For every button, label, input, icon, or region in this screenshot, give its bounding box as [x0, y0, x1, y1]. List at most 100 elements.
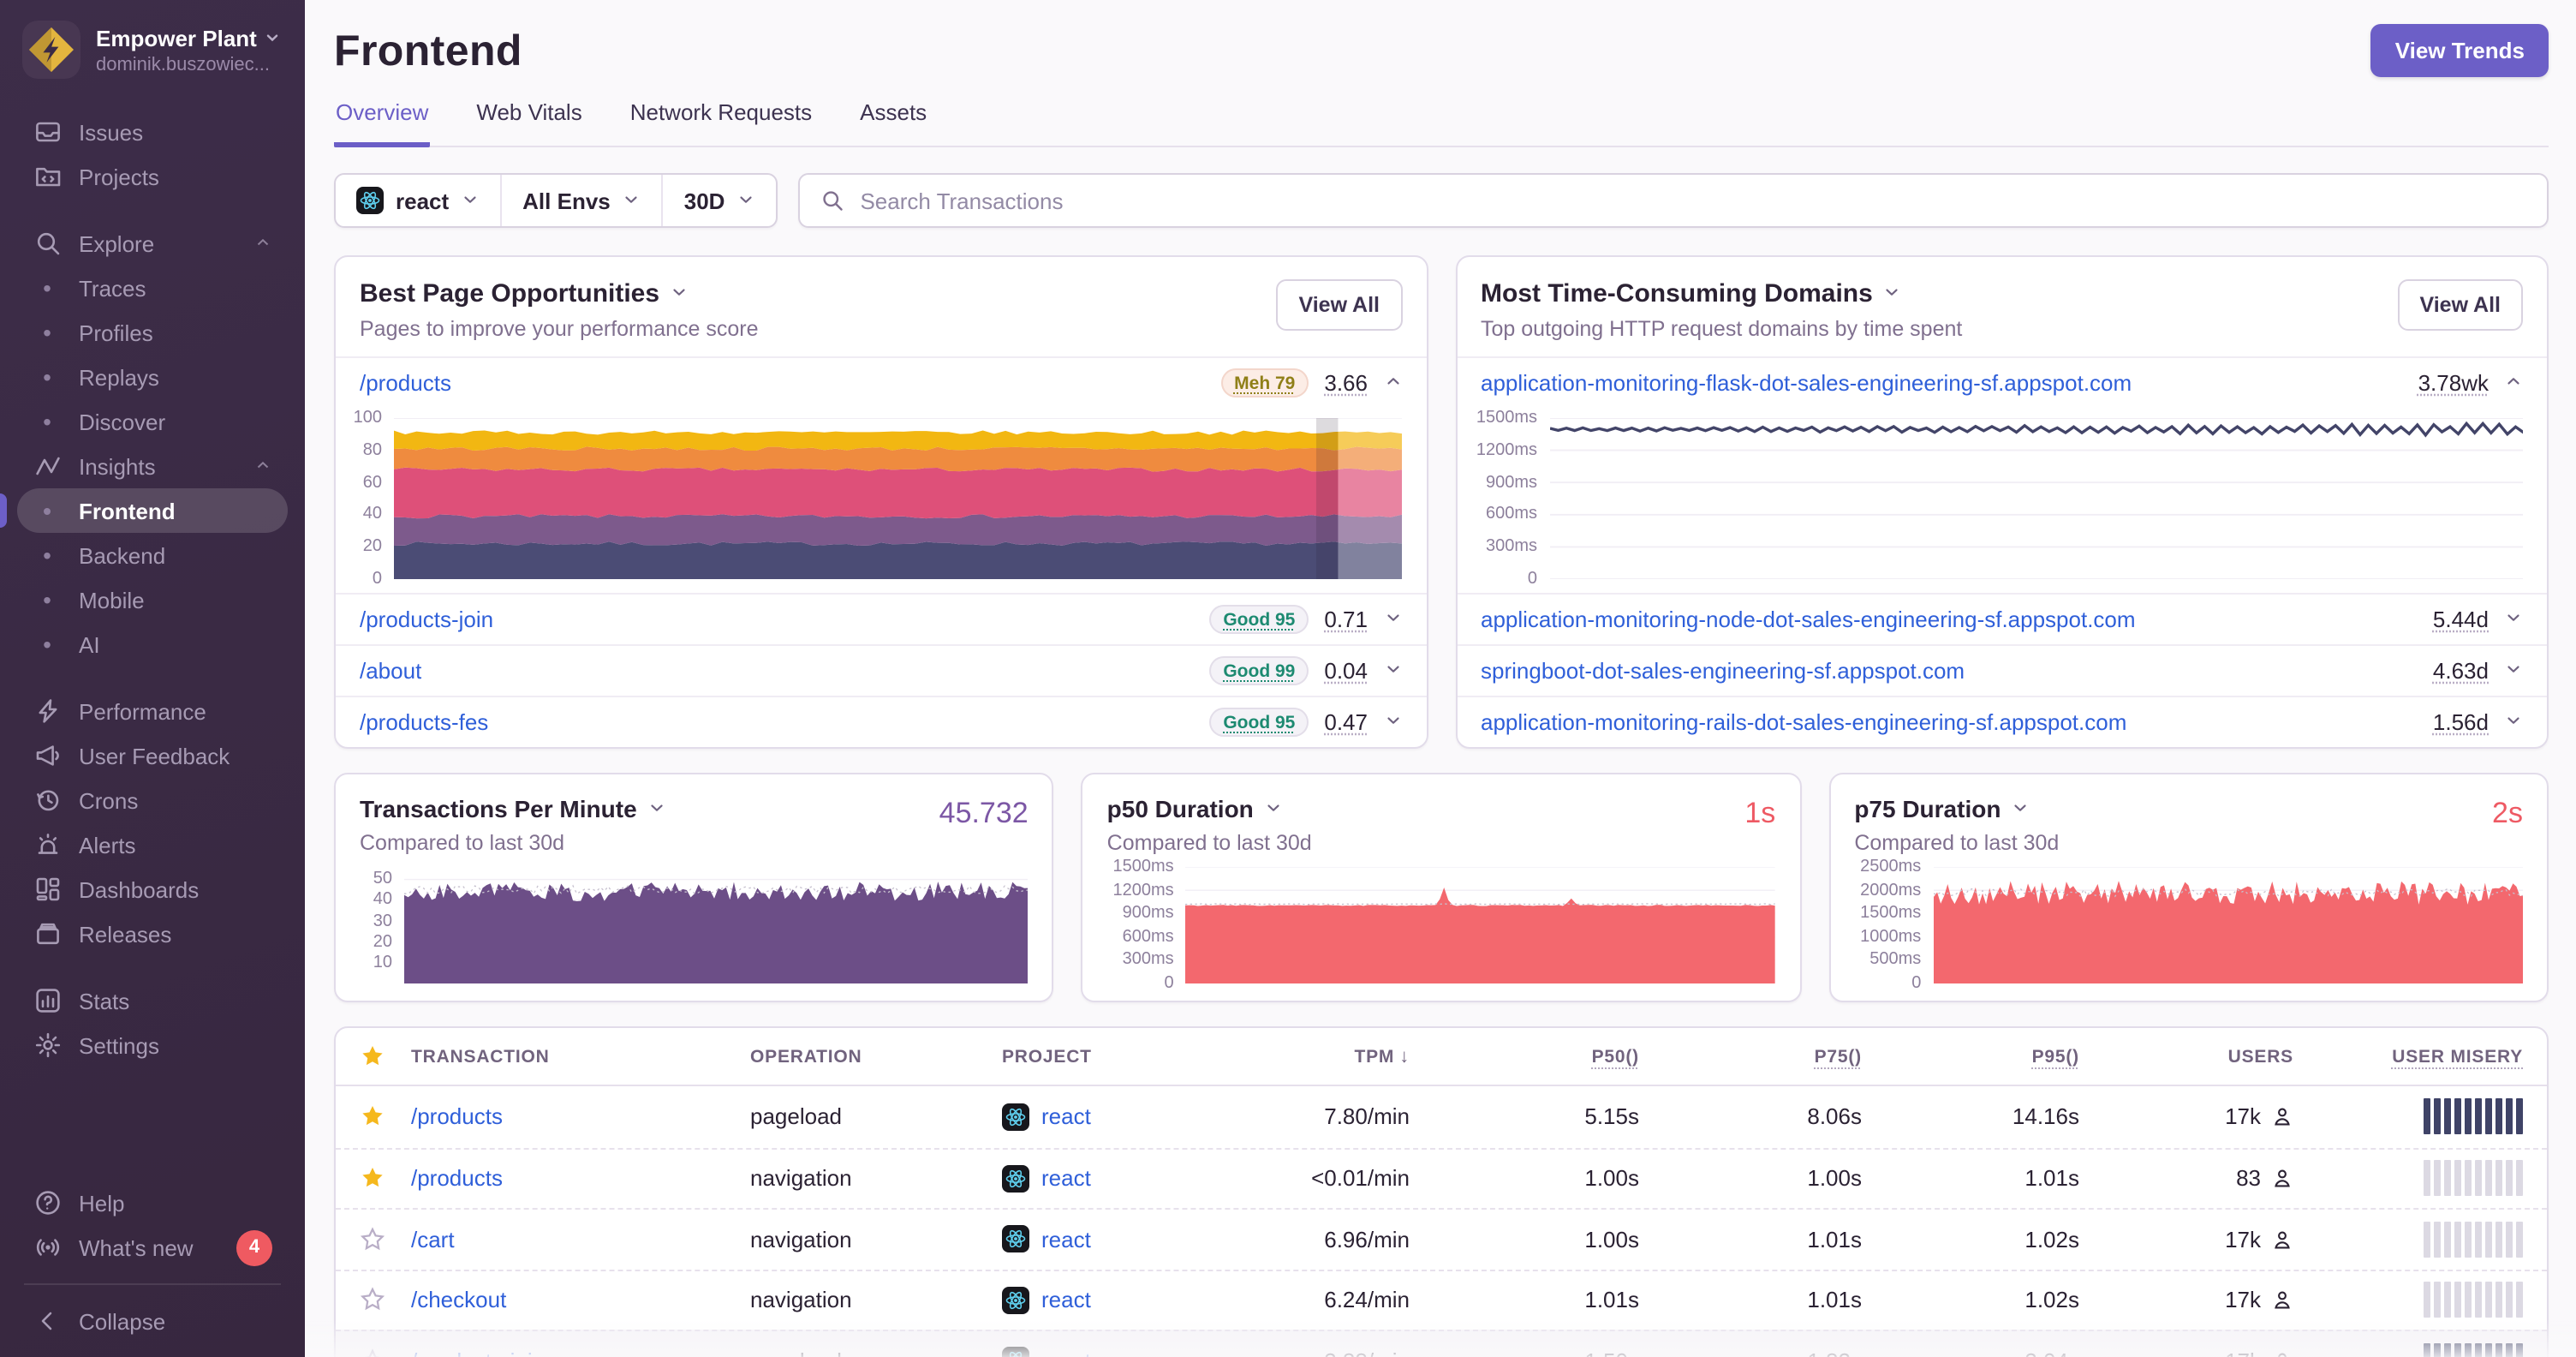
sidebar-item-explore[interactable]: Explore [17, 221, 288, 266]
table-row[interactable]: /products navigation react <0.01/min 1.00s 1.… [336, 1147, 2547, 1208]
sidebar-item-issues[interactable]: Issues [17, 110, 288, 154]
project-link[interactable]: react [1041, 1104, 1091, 1130]
chevron-down-icon[interactable] [1383, 658, 1402, 684]
expanded-page-row-slot: /products Meh 79 3.66 [336, 356, 1426, 408]
panel-title[interactable]: Most Time-Consuming Domains [1481, 279, 1962, 308]
transaction-link[interactable]: /cart [411, 1227, 455, 1252]
page-opportunity-row[interactable]: /products-join Good 95 0.71 [336, 593, 1426, 644]
sidebar-item-settings[interactable]: Settings [17, 1023, 288, 1067]
favorite-toggle[interactable] [360, 1166, 411, 1192]
sidebar-item-frontend[interactable]: • Frontend [0, 488, 288, 533]
domain-link[interactable]: application-monitoring-flask-dot-sales-e… [1481, 370, 2132, 396]
tab-overview[interactable]: Overview [334, 99, 431, 147]
search-input[interactable] [860, 188, 2526, 213]
sidebar-item-what-s-new[interactable]: What's new 4 [17, 1225, 288, 1270]
column-header-p95[interactable]: P95() [1862, 1046, 2079, 1067]
chevron-down-icon[interactable] [1383, 709, 1402, 735]
sidebar-item-backend[interactable]: • Backend [17, 533, 288, 577]
favorite-toggle[interactable] [360, 1104, 411, 1130]
page-link[interactable]: /products-fes [360, 709, 488, 735]
domain-row[interactable]: application-monitoring-rails-dot-sales-e… [1457, 696, 2547, 747]
sidebar-item-collapse[interactable]: Collapse [17, 1299, 288, 1343]
view-all-button[interactable]: View All [1276, 279, 1402, 331]
tab-network-requests[interactable]: Network Requests [629, 99, 814, 147]
favorite-toggle[interactable] [360, 1287, 411, 1313]
area-plot[interactable] [1185, 867, 1776, 983]
view-trends-button[interactable]: View Trends [2370, 24, 2549, 77]
org-switcher[interactable]: Empower Plant dominik.buszowiec... [0, 0, 305, 99]
sidebar-item-dashboards[interactable]: Dashboards [17, 867, 288, 912]
sidebar-item-replays[interactable]: • Replays [17, 355, 288, 399]
chevron-down-icon[interactable] [1383, 607, 1402, 632]
page-link[interactable]: /products [360, 370, 451, 396]
transaction-link[interactable]: /products [411, 1166, 503, 1192]
project-link[interactable]: react [1041, 1348, 1091, 1357]
chevron-down-icon[interactable] [2504, 607, 2523, 632]
domain-link[interactable]: springboot-dot-sales-engineering-sf.apps… [1481, 658, 1965, 684]
chevron-down-icon[interactable] [2504, 658, 2523, 684]
chevron-up-icon[interactable] [2504, 370, 2523, 396]
table-row[interactable]: /cart navigation react 6.96/min 1.00s 1.01s 1.… [336, 1208, 2547, 1269]
column-header-p50[interactable]: P50() [1410, 1046, 1639, 1067]
table-row[interactable]: /products pageload react 7.80/min 5.15s 8.06s… [336, 1086, 2547, 1147]
sidebar-item-projects[interactable]: Projects [17, 154, 288, 199]
project-link[interactable]: react [1041, 1288, 1091, 1313]
environment-filter[interactable]: All Envs [502, 175, 664, 226]
sidebar-item-alerts[interactable]: Alerts [17, 822, 288, 867]
page-opportunity-row[interactable]: /products-fes Good 95 0.47 [336, 696, 1426, 747]
transaction-link[interactable]: /products [411, 1104, 503, 1130]
table-row[interactable]: /checkout navigation react 6.24/min 1.01s 1.0… [336, 1269, 2547, 1330]
project-link[interactable]: react [1041, 1166, 1091, 1192]
column-header-p75[interactable]: P75() [1639, 1046, 1862, 1067]
column-header-project[interactable]: PROJECT [1002, 1046, 1259, 1067]
domain-row[interactable]: application-monitoring-flask-dot-sales-e… [1457, 356, 2547, 408]
page-link[interactable]: /products-join [360, 607, 493, 632]
view-all-button[interactable]: View All [2397, 279, 2523, 331]
line-plot[interactable] [1549, 418, 2523, 579]
tab-web-vitals[interactable]: Web Vitals [474, 99, 583, 147]
favorite-toggle[interactable] [360, 1226, 411, 1252]
sidebar-item-stats[interactable]: Stats [17, 978, 288, 1023]
domain-row[interactable]: springboot-dot-sales-engineering-sf.apps… [1457, 644, 2547, 696]
panel-title[interactable]: Best Page Opportunities [360, 279, 759, 308]
transaction-link[interactable]: /checkout [411, 1288, 506, 1313]
sidebar-item-discover[interactable]: • Discover [17, 399, 288, 444]
chevron-up-icon[interactable] [1383, 370, 1402, 396]
table-row[interactable]: /products-join pageload react 3.88/min1.50s… [336, 1330, 2547, 1357]
sidebar-item-performance[interactable]: Performance [17, 689, 288, 733]
column-header-favorite[interactable] [360, 1043, 411, 1069]
date-range-filter[interactable]: 30D [664, 175, 777, 226]
tab-assets[interactable]: Assets [858, 99, 928, 147]
sidebar-item-insights[interactable]: Insights [17, 444, 288, 488]
sidebar-item-help[interactable]: Help [17, 1181, 288, 1225]
sidebar-item-crons[interactable]: Crons [17, 778, 288, 822]
tpm-card-title[interactable]: Transactions Per Minute [360, 795, 1029, 822]
sidebar-item-user-feedback[interactable]: User Feedback [17, 733, 288, 778]
sidebar-item-ai[interactable]: • AI [17, 622, 288, 667]
domain-link[interactable]: application-monitoring-rails-dot-sales-e… [1481, 709, 2126, 735]
project-link[interactable]: react [1041, 1227, 1091, 1252]
project-filter[interactable]: react [336, 175, 503, 226]
column-header-operation[interactable]: OPERATION [750, 1046, 1002, 1067]
area-plot[interactable] [1933, 867, 2523, 983]
p50-card-title[interactable]: p50 Duration [1107, 795, 1776, 822]
column-header-user-misery[interactable]: USER MISERY [2293, 1046, 2523, 1067]
column-header-transaction[interactable]: TRANSACTION [411, 1046, 750, 1067]
area-plot[interactable] [404, 867, 1029, 983]
favorite-toggle[interactable] [360, 1348, 411, 1357]
chevron-down-icon[interactable] [2504, 709, 2523, 735]
page-link[interactable]: /about [360, 658, 421, 684]
column-header-users[interactable]: USERS [2079, 1046, 2293, 1067]
sidebar-item-traces[interactable]: • Traces [17, 266, 288, 310]
sidebar-item-mobile[interactable]: • Mobile [17, 577, 288, 622]
domain-row[interactable]: application-monitoring-node-dot-sales-en… [1457, 593, 2547, 644]
domain-link[interactable]: application-monitoring-node-dot-sales-en… [1481, 607, 2136, 632]
column-header-tpm[interactable]: TPM ↓ [1259, 1046, 1410, 1067]
stacked-area-plot[interactable] [394, 418, 1402, 579]
sidebar-item-releases[interactable]: Releases [17, 912, 288, 956]
page-opportunity-row[interactable]: /products Meh 79 3.66 [336, 356, 1426, 408]
transaction-link[interactable]: /products-join [411, 1348, 545, 1357]
page-opportunity-row[interactable]: /about Good 99 0.04 [336, 644, 1426, 696]
sidebar-item-profiles[interactable]: • Profiles [17, 310, 288, 355]
p75-card-title[interactable]: p75 Duration [1854, 795, 2523, 822]
